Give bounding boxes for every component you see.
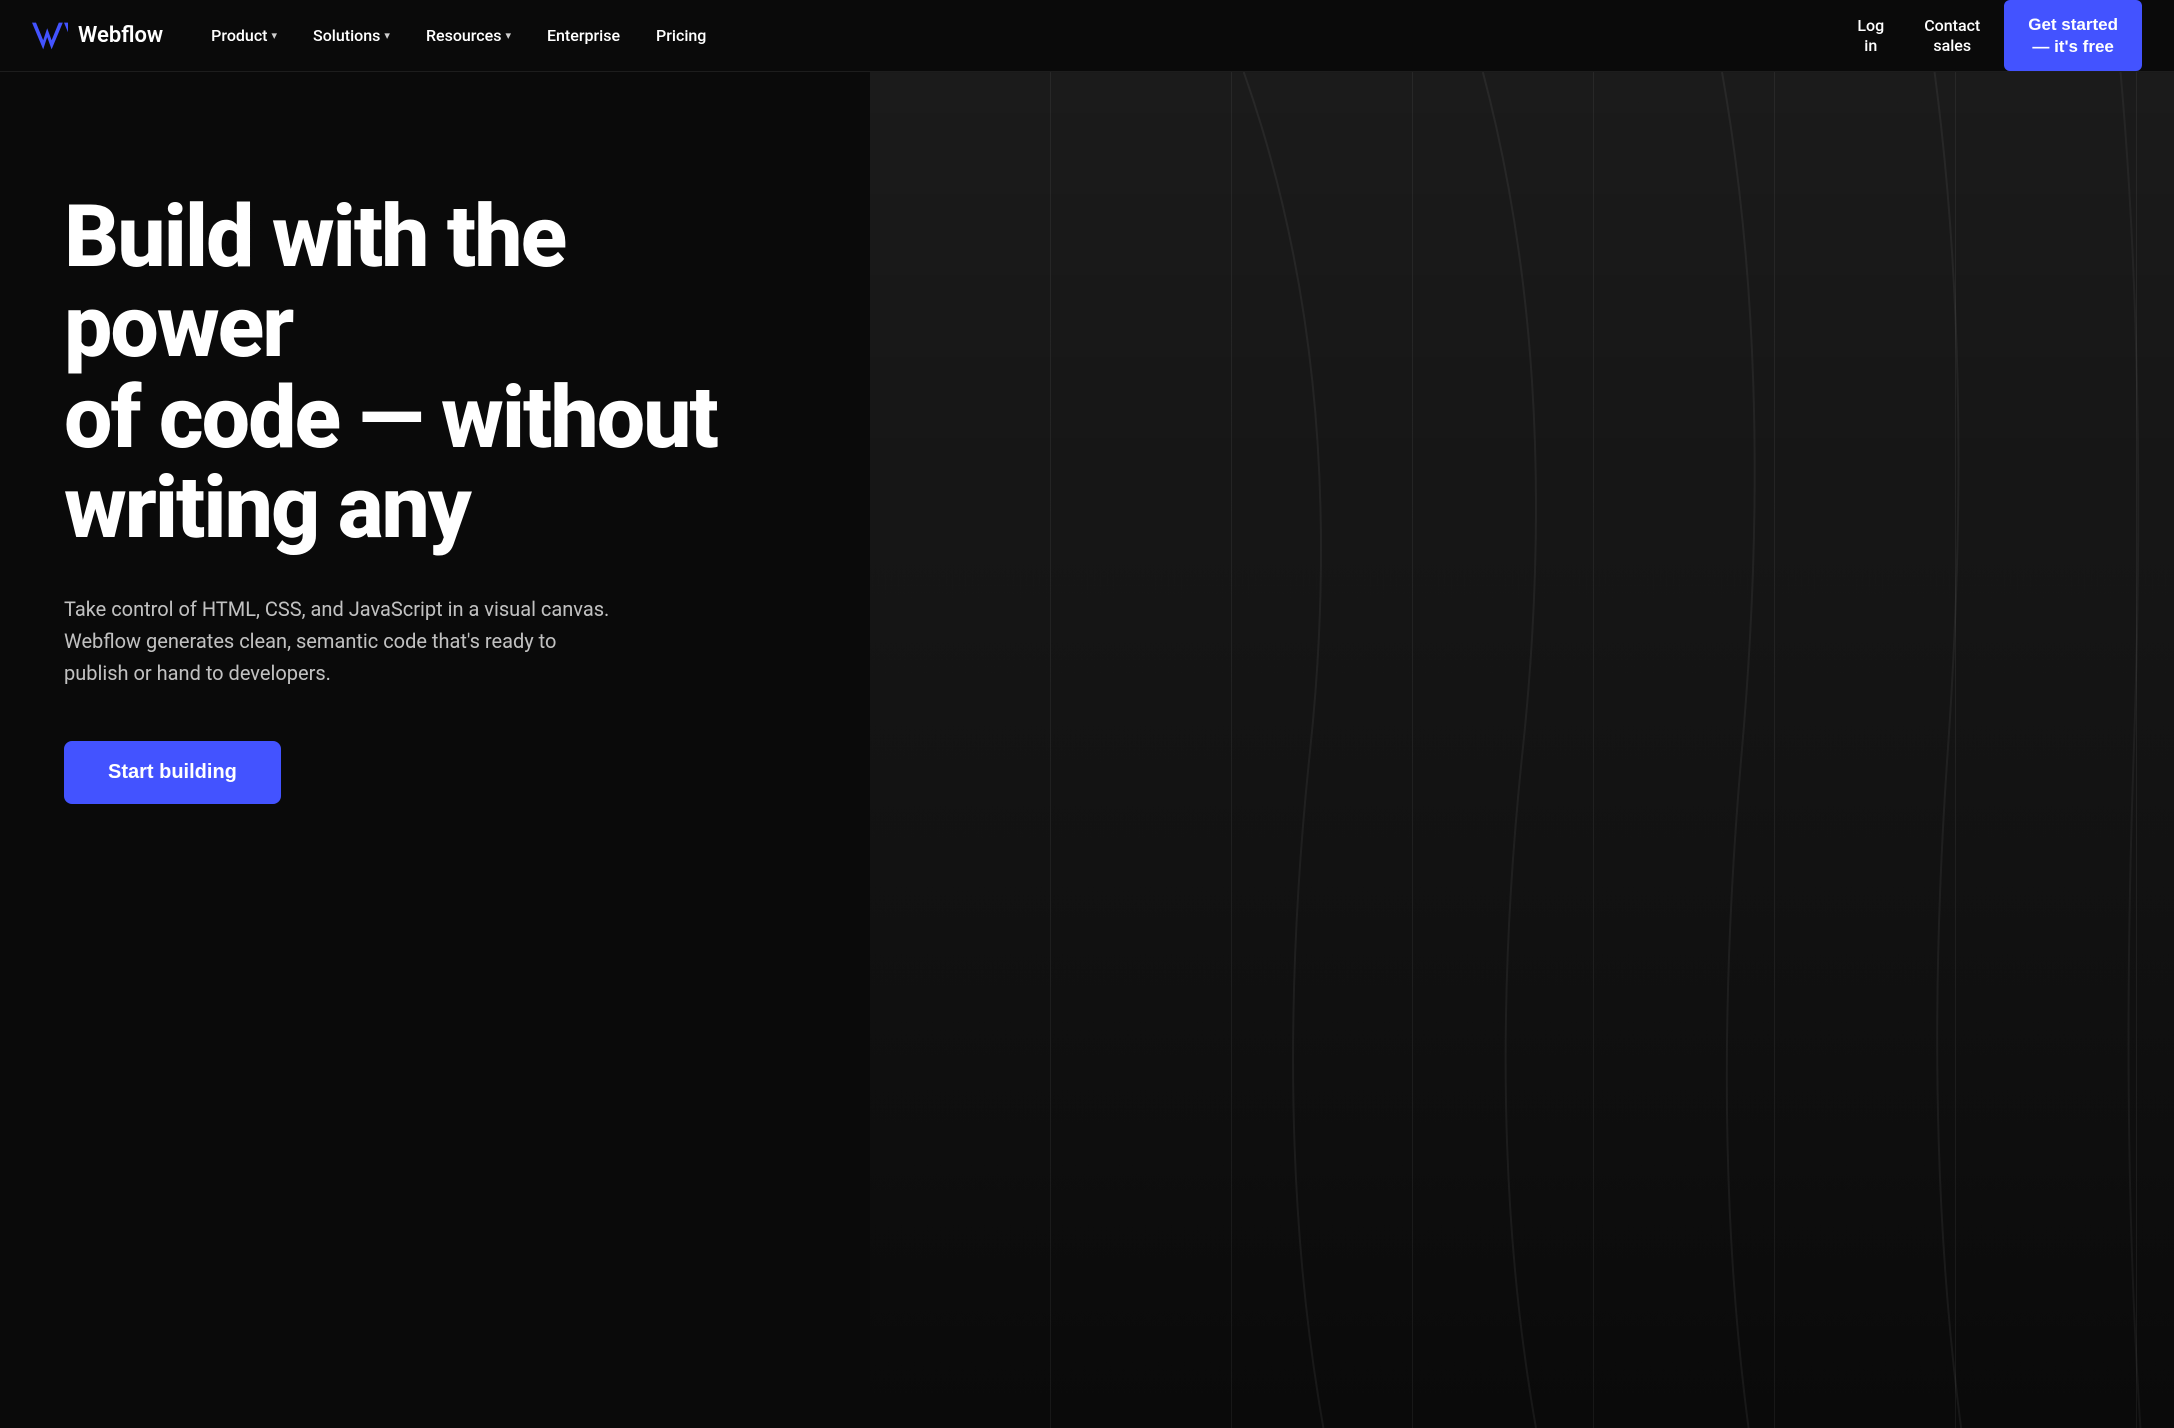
nav-item-enterprise[interactable]: Enterprise: [531, 18, 636, 53]
login-label: Login: [1857, 16, 1884, 54]
navbar-right: Login Contactsales Get started — it's fr…: [1841, 0, 2142, 71]
nav-label-enterprise: Enterprise: [547, 26, 620, 45]
nav-item-resources[interactable]: Resources ▾: [410, 18, 527, 53]
navbar: Webflow Product ▾ Solutions ▾ Resources …: [0, 0, 2174, 72]
start-building-button[interactable]: Start building: [64, 741, 281, 804]
hero-decorative-curves: [978, 72, 2174, 1428]
chevron-down-icon: ▾: [384, 29, 390, 42]
nav-contact-sales-button[interactable]: Contactsales: [1908, 8, 1996, 62]
webflow-logo-icon: [32, 22, 68, 50]
chevron-down-icon: ▾: [272, 29, 278, 42]
chevron-down-icon: ▾: [505, 29, 511, 42]
hero-subtext: Take control of HTML, CSS, and JavaScrip…: [64, 593, 624, 689]
logo[interactable]: Webflow: [32, 22, 163, 50]
headline-line1: Build with the power: [64, 186, 565, 377]
nav-login-button[interactable]: Login: [1841, 8, 1900, 62]
get-started-button[interactable]: Get started — it's free: [2004, 0, 2142, 71]
get-started-line1: Get started: [2028, 15, 2118, 34]
nav-item-pricing[interactable]: Pricing: [640, 18, 722, 53]
nav-label-resources: Resources: [426, 26, 502, 45]
nav-label-product: Product: [211, 26, 267, 45]
get-started-line2: — it's free: [2032, 37, 2114, 56]
hero-content: Build with the power of code — without w…: [64, 192, 784, 804]
contact-sales-label: Contactsales: [1924, 16, 1980, 54]
headline-line2: of code — without: [64, 367, 717, 468]
nav-item-product[interactable]: Product ▾: [195, 18, 293, 53]
headline-line3: writing any: [64, 457, 470, 558]
nav-links: Product ▾ Solutions ▾ Resources ▾ Enterp…: [195, 18, 722, 53]
logo-text: Webflow: [78, 23, 163, 48]
nav-label-pricing: Pricing: [656, 26, 706, 45]
nav-item-solutions[interactable]: Solutions ▾: [297, 18, 406, 53]
nav-label-solutions: Solutions: [313, 26, 380, 45]
navbar-left: Webflow Product ▾ Solutions ▾ Resources …: [32, 18, 722, 53]
hero-section: Build with the power of code — without w…: [0, 72, 2174, 1428]
hero-headline: Build with the power of code — without w…: [64, 192, 784, 553]
